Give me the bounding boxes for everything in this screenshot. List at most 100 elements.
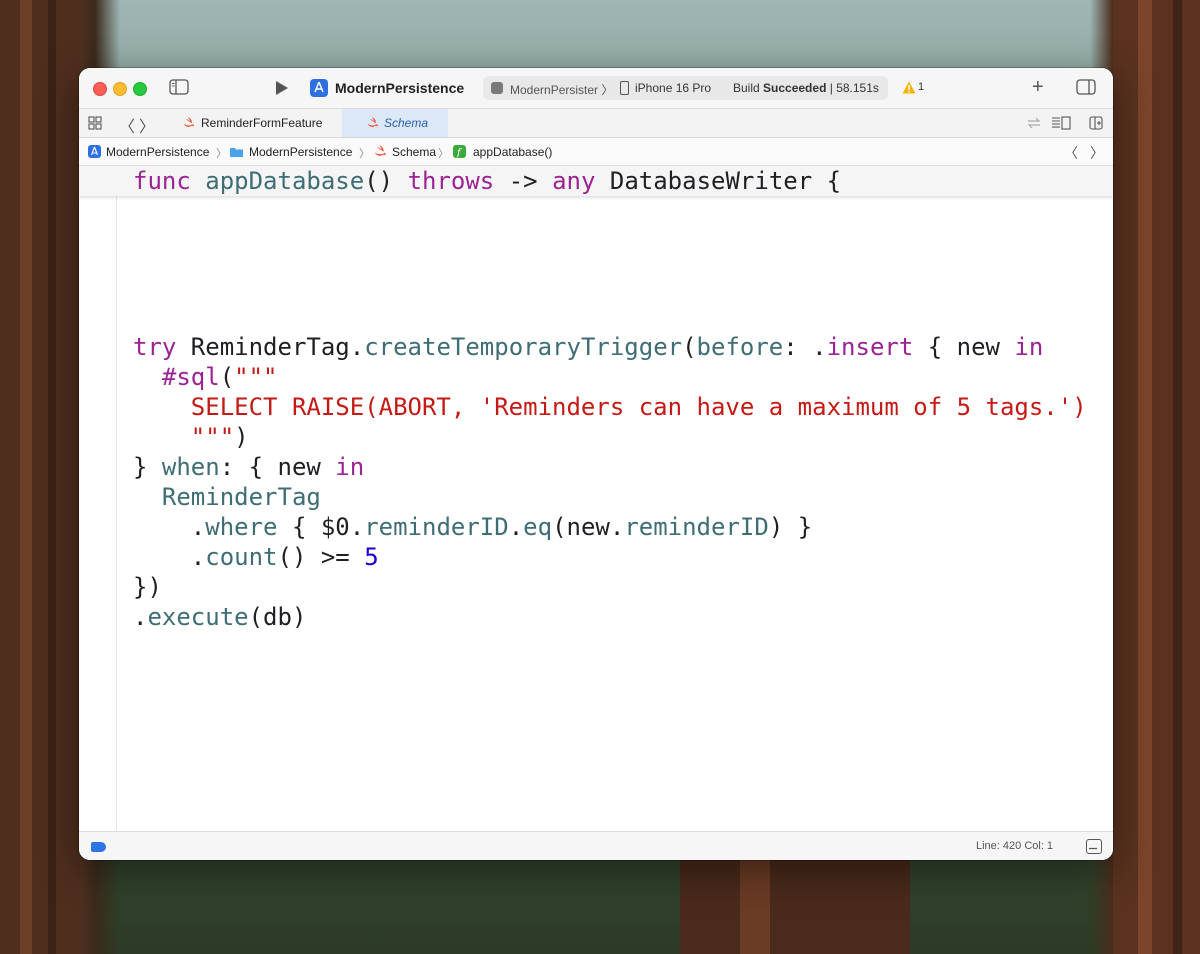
chevron-right-icon: 〉 bbox=[216, 148, 227, 160]
inspector-toggle-icon[interactable] bbox=[1076, 79, 1096, 95]
iphone-icon bbox=[620, 81, 629, 95]
token: try bbox=[133, 333, 177, 361]
token: { $0. bbox=[277, 513, 365, 541]
scheme-name[interactable]: ModernPersister 〉 bbox=[510, 81, 613, 98]
token: 5 bbox=[364, 543, 379, 571]
token: #sql bbox=[161, 363, 220, 391]
code-line-header: func appDatabase() throws -> any Databas… bbox=[133, 166, 841, 196]
sticky-function-header: func appDatabase() throws -> any Databas… bbox=[79, 166, 1113, 196]
breadcrumb: ModernPersistence 〉 ModernPersistence 〉 … bbox=[79, 138, 1113, 166]
minimize-button[interactable] bbox=[113, 82, 127, 96]
destination-name[interactable]: iPhone 16 Pro bbox=[635, 81, 711, 95]
token: execute bbox=[147, 603, 249, 631]
scheme-icon bbox=[491, 82, 503, 94]
split-editor-icon[interactable] bbox=[1089, 116, 1103, 130]
chevron-right-icon: 〉 bbox=[359, 148, 370, 160]
token: reminderID bbox=[364, 513, 509, 541]
chevron-right-icon: 〉 bbox=[438, 148, 449, 160]
token: () >= bbox=[277, 543, 365, 571]
code-line-6: ReminderTag bbox=[133, 483, 321, 511]
project-title: ModernPersistence bbox=[335, 80, 465, 96]
token: """ bbox=[190, 423, 235, 451]
token: (new. bbox=[552, 513, 625, 541]
project-app-icon bbox=[310, 79, 328, 97]
build-time: | 58.151s bbox=[826, 81, 879, 95]
code-line-7: .where { $0.reminderID.eq(new.reminderID… bbox=[133, 512, 812, 542]
grid-icon[interactable] bbox=[88, 116, 102, 130]
token: eq bbox=[523, 513, 553, 541]
tree-trunk-bottom bbox=[680, 860, 910, 954]
token: } bbox=[133, 453, 162, 481]
token: where bbox=[205, 513, 278, 541]
code-line-1: try ReminderTag.createTemporaryTrigger(b… bbox=[133, 332, 1043, 362]
scheme-selector[interactable]: ModernPersister 〉 iPhone 16 Pro Build Su… bbox=[483, 76, 888, 100]
gutter-divider bbox=[116, 196, 117, 830]
token: reminderID bbox=[624, 513, 769, 541]
token: in bbox=[335, 453, 365, 481]
token: createTemporaryTrigger bbox=[364, 333, 683, 361]
sidebar-toggle-icon[interactable] bbox=[169, 79, 189, 95]
token: ReminderTag. bbox=[176, 333, 365, 361]
tag-icon[interactable] bbox=[91, 842, 106, 852]
zoom-button[interactable] bbox=[133, 82, 147, 96]
run-button[interactable] bbox=[274, 80, 290, 96]
token: count bbox=[205, 543, 278, 571]
token: ) bbox=[234, 423, 249, 451]
tab-bar: 〈 〉 ReminderFormFeature Schema bbox=[79, 109, 1113, 138]
token: insert bbox=[826, 333, 914, 361]
tab-schema[interactable]: Schema bbox=[342, 109, 448, 137]
swift-icon bbox=[368, 117, 378, 127]
editor-options-icon[interactable] bbox=[1051, 116, 1071, 130]
debug-area-toggle-icon[interactable] bbox=[1086, 839, 1102, 854]
swift-icon bbox=[375, 145, 386, 156]
next-issue-icon[interactable]: 〉 bbox=[1090, 143, 1104, 163]
token: . bbox=[133, 543, 206, 571]
tree-trunk-right bbox=[1113, 0, 1200, 954]
warning-icon[interactable] bbox=[902, 81, 916, 94]
previous-issue-icon[interactable]: 〈 bbox=[1064, 143, 1078, 163]
chevron-right-icon: 〉 bbox=[598, 83, 614, 97]
tree-trunk-left bbox=[0, 0, 80, 954]
token: throws bbox=[407, 167, 495, 195]
token: in bbox=[1014, 333, 1044, 361]
token: appDatabase bbox=[205, 167, 365, 195]
token: . bbox=[133, 513, 206, 541]
close-button[interactable] bbox=[93, 82, 107, 96]
app-icon bbox=[88, 145, 101, 158]
swap-arrows-icon[interactable] bbox=[1026, 116, 1042, 130]
warning-count[interactable]: 1 bbox=[918, 81, 924, 93]
token: { new bbox=[913, 333, 1015, 361]
breadcrumb-item-function[interactable]: appDatabase() bbox=[473, 145, 552, 159]
status-bar: Line: 420 Col: 1 bbox=[79, 831, 1113, 860]
breadcrumb-item-file[interactable]: Schema bbox=[392, 145, 436, 159]
token: -> bbox=[494, 167, 553, 195]
xcode-window: ModernPersistence ModernPersister 〉 iPho… bbox=[79, 68, 1113, 860]
breadcrumb-item-folder[interactable]: ModernPersistence bbox=[249, 145, 352, 159]
folder-icon bbox=[230, 148, 243, 157]
breadcrumb-item-project[interactable]: ModernPersistence bbox=[106, 145, 209, 159]
tab-reminder-form-feature[interactable]: ReminderFormFeature bbox=[171, 109, 341, 137]
code-line-10: .execute(db) bbox=[133, 602, 306, 632]
token: . bbox=[508, 513, 524, 541]
token: () bbox=[364, 167, 408, 195]
build-status: Build Succeeded | 58.151s bbox=[733, 81, 879, 95]
token: DatabaseWriter { bbox=[595, 167, 842, 195]
function-icon: f bbox=[453, 145, 466, 158]
tab-label: ReminderFormFeature bbox=[201, 116, 323, 130]
build-status-result: Succeeded bbox=[763, 81, 827, 95]
build-status-prefix: Build bbox=[733, 81, 764, 95]
token: : . bbox=[783, 333, 827, 361]
token: before bbox=[696, 333, 784, 361]
scheme-label: ModernPersister bbox=[510, 83, 599, 97]
token: ( bbox=[219, 363, 235, 391]
code-line-3: SELECT RAISE(ABORT, 'Reminders can have … bbox=[133, 393, 1087, 421]
swift-icon bbox=[184, 117, 194, 127]
code-line-2: #sql(""" bbox=[133, 362, 278, 392]
token: (db) bbox=[248, 603, 307, 631]
back-icon[interactable]: 〈 bbox=[119, 113, 135, 137]
add-icon[interactable]: + bbox=[1032, 77, 1044, 97]
forward-icon[interactable]: 〉 bbox=[139, 113, 155, 137]
title-bar: ModernPersistence ModernPersister 〉 iPho… bbox=[79, 68, 1113, 109]
